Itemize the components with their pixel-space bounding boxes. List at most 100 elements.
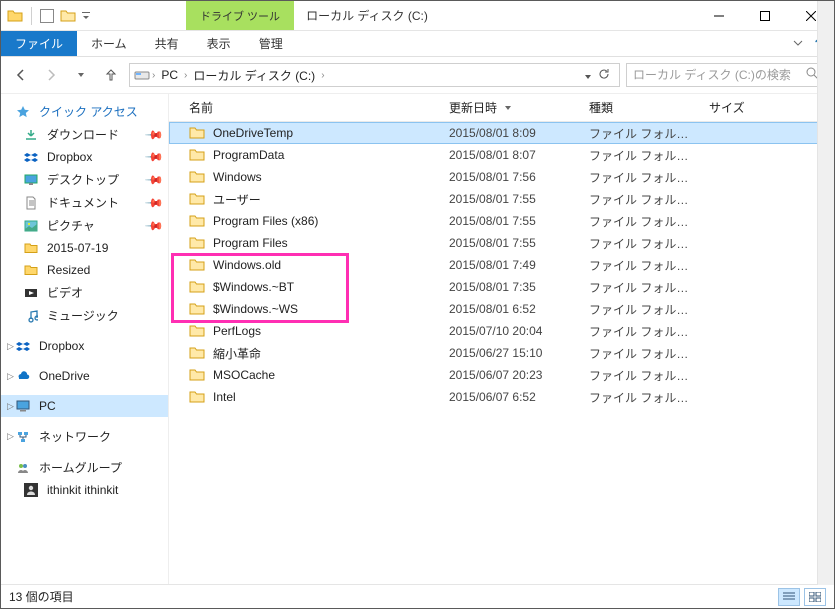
navitem-folder-date[interactable]: 2015-07-19 xyxy=(1,237,168,259)
expander-icon[interactable]: ▷ xyxy=(7,431,14,442)
address-dropdown-icon[interactable] xyxy=(585,68,591,82)
navitem-video[interactable]: ビデオ xyxy=(1,281,168,304)
file-row[interactable]: 縮小革命2015/06/27 15:10ファイル フォルダー xyxy=(169,342,834,364)
navitem-downloads[interactable]: ダウンロード📌 xyxy=(1,123,168,146)
expander-icon[interactable]: ▷ xyxy=(7,371,14,382)
file-type: ファイル フォルダー xyxy=(581,235,701,252)
navitem-user[interactable]: ithinkit ithinkit xyxy=(1,479,168,501)
breadcrumb-sep[interactable]: › xyxy=(321,70,324,81)
file-date: 2015/06/27 15:10 xyxy=(441,346,581,360)
qat-customize-dropdown[interactable] xyxy=(82,10,90,22)
file-row[interactable]: OneDriveTemp2015/08/01 8:09ファイル フォルダー xyxy=(169,122,834,144)
file-row[interactable]: $Windows.~WS2015/08/01 6:52ファイル フォルダー xyxy=(169,298,834,320)
file-type: ファイル フォルダー xyxy=(581,389,701,406)
minimize-button[interactable] xyxy=(696,1,742,30)
file-name: $Windows.~BT xyxy=(213,280,294,294)
expander-icon[interactable]: ▷ xyxy=(7,341,14,352)
maximize-button[interactable] xyxy=(742,1,788,30)
star-icon xyxy=(15,104,31,120)
tab-home[interactable]: ホーム xyxy=(77,31,141,56)
file-name: Program Files (x86) xyxy=(213,214,318,228)
content-area: 名前 更新日時 種類 サイズ OneDriveTemp2015/08/01 8:… xyxy=(169,94,834,584)
navitem-dropbox[interactable]: Dropbox📌 xyxy=(1,146,168,168)
view-details-button[interactable] xyxy=(778,588,800,606)
qat-properties-icon[interactable] xyxy=(40,9,54,23)
file-date: 2015/08/01 8:09 xyxy=(441,126,581,140)
refresh-icon[interactable] xyxy=(597,67,611,84)
folder-icon xyxy=(23,240,39,256)
search-input[interactable] xyxy=(633,68,806,82)
search-box[interactable] xyxy=(626,63,826,87)
navitem-quick-access[interactable]: クイック アクセス xyxy=(1,100,168,123)
up-button[interactable] xyxy=(99,63,123,87)
breadcrumb-pc[interactable]: PC xyxy=(157,66,182,84)
dropbox-icon xyxy=(23,149,39,165)
folder-icon xyxy=(23,262,39,278)
pin-icon: 📌 xyxy=(144,192,164,212)
navitem-desktop[interactable]: デスクトップ📌 xyxy=(1,168,168,191)
column-date[interactable]: 更新日時 xyxy=(441,99,581,116)
file-list[interactable]: OneDriveTemp2015/08/01 8:09ファイル フォルダーPro… xyxy=(169,122,834,584)
file-type: ファイル フォルダー xyxy=(581,147,701,164)
forward-button[interactable] xyxy=(39,63,63,87)
breadcrumb-sep[interactable]: › xyxy=(184,70,187,81)
file-row[interactable]: ProgramData2015/08/01 8:07ファイル フォルダー xyxy=(169,144,834,166)
column-type[interactable]: 種類 xyxy=(581,99,701,116)
video-icon xyxy=(23,285,39,301)
file-date: 2015/08/01 7:35 xyxy=(441,280,581,294)
file-name: 縮小革命 xyxy=(213,345,261,362)
navitem-homegroup[interactable]: ホームグループ xyxy=(1,456,168,479)
file-row[interactable]: $Windows.~BT2015/08/01 7:35ファイル フォルダー xyxy=(169,276,834,298)
navitem-dropbox-root[interactable]: ▷Dropbox xyxy=(1,335,168,357)
tab-share[interactable]: 共有 xyxy=(141,31,193,56)
navitem-pc[interactable]: ▷PC xyxy=(1,395,168,417)
ribbon-expand-icon[interactable] xyxy=(793,37,803,51)
navitem-onedrive[interactable]: ▷OneDrive xyxy=(1,365,168,387)
expander-icon[interactable]: ▷ xyxy=(7,401,14,412)
qat-newfolder-icon[interactable] xyxy=(60,8,76,24)
file-name: MSOCache xyxy=(213,368,275,382)
ribbon-tabs: ファイル ホーム 共有 表示 管理 ? xyxy=(1,31,834,57)
file-row[interactable]: ユーザー2015/08/01 7:55ファイル フォルダー xyxy=(169,188,834,210)
folder-icon xyxy=(189,147,205,163)
homegroup-icon xyxy=(15,460,31,476)
breadcrumb-sep[interactable]: › xyxy=(152,70,155,81)
breadcrumb-drive[interactable]: ローカル ディスク (C:) xyxy=(189,65,319,86)
folder-icon xyxy=(189,235,205,251)
file-row[interactable]: Program Files2015/08/01 7:55ファイル フォルダー xyxy=(169,232,834,254)
back-button[interactable] xyxy=(9,63,33,87)
folder-icon xyxy=(189,169,205,185)
tab-view[interactable]: 表示 xyxy=(193,31,245,56)
navigation-pane: クイック アクセス ダウンロード📌 Dropbox📌 デスクトップ📌 ドキュメン… xyxy=(1,94,169,584)
pc-icon xyxy=(15,398,31,414)
file-name: ProgramData xyxy=(213,148,284,162)
file-type: ファイル フォルダー xyxy=(581,323,701,340)
file-date: 2015/08/01 7:55 xyxy=(441,214,581,228)
file-row[interactable]: MSOCache2015/06/07 20:23ファイル フォルダー xyxy=(169,364,834,386)
navitem-resized[interactable]: Resized xyxy=(1,259,168,281)
file-type: ファイル フォルダー xyxy=(581,191,701,208)
vertical-scrollbar[interactable] xyxy=(817,1,834,585)
column-name[interactable]: 名前 xyxy=(181,99,441,116)
tab-file[interactable]: ファイル xyxy=(1,31,77,56)
file-row[interactable]: Intel2015/06/07 6:52ファイル フォルダー xyxy=(169,386,834,408)
file-date: 2015/08/01 7:55 xyxy=(441,236,581,250)
view-large-icons-button[interactable] xyxy=(804,588,826,606)
file-row[interactable]: Program Files (x86)2015/08/01 7:55ファイル フ… xyxy=(169,210,834,232)
file-row[interactable]: PerfLogs2015/07/10 20:04ファイル フォルダー xyxy=(169,320,834,342)
folder-icon xyxy=(189,213,205,229)
tab-manage[interactable]: 管理 xyxy=(245,31,297,56)
file-row[interactable]: Windows2015/08/01 7:56ファイル フォルダー xyxy=(169,166,834,188)
navitem-network[interactable]: ▷ネットワーク xyxy=(1,425,168,448)
window-controls xyxy=(696,1,834,30)
folder-icon xyxy=(189,301,205,317)
folder-icon xyxy=(189,367,205,383)
column-size[interactable]: サイズ xyxy=(701,99,781,116)
app-folder-icon[interactable] xyxy=(7,8,23,24)
navitem-music[interactable]: ミュージック xyxy=(1,304,168,327)
navitem-pictures[interactable]: ピクチャ📌 xyxy=(1,214,168,237)
file-row[interactable]: Windows.old2015/08/01 7:49ファイル フォルダー xyxy=(169,254,834,276)
address-bar[interactable]: › PC › ローカル ディスク (C:) › xyxy=(129,63,620,87)
recent-dropdown[interactable] xyxy=(69,63,93,87)
navitem-documents[interactable]: ドキュメント📌 xyxy=(1,191,168,214)
